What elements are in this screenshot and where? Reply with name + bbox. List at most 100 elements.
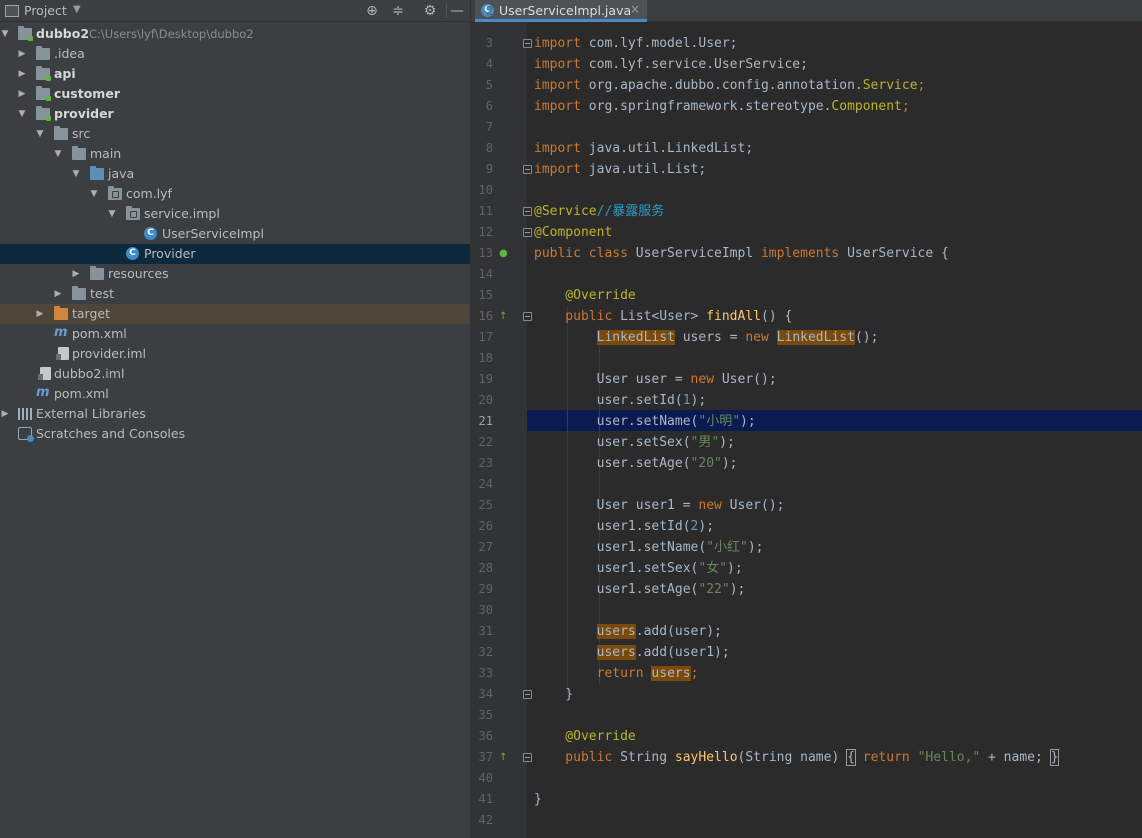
code-text: user.setAge( xyxy=(534,456,691,471)
code-text: user1.setName( xyxy=(534,540,707,555)
code-text: String xyxy=(612,750,675,765)
collapse-arrow-icon[interactable]: ▶ xyxy=(35,304,45,324)
punct: ; xyxy=(901,99,910,114)
code-line-19[interactable]: User user = new User(); xyxy=(534,369,777,390)
tree-item-api[interactable]: ▶ api xyxy=(0,64,470,84)
collapse-all-icon[interactable]: ≑ xyxy=(389,2,407,20)
code-line-9[interactable]: import java.util.List; xyxy=(534,159,706,180)
gear-icon[interactable]: ⚙ xyxy=(421,2,439,20)
code-line-12[interactable]: @Component xyxy=(534,222,612,243)
fold-icon[interactable] xyxy=(523,165,532,174)
tree-item-dubbo2-iml[interactable]: dubbo2.iml xyxy=(0,364,470,384)
implements-method-icon[interactable]: ↑ xyxy=(499,752,511,764)
code-line-21[interactable]: user.setName("小明"); xyxy=(534,411,756,432)
keyword: import xyxy=(534,36,581,51)
expand-arrow-icon[interactable]: ▼ xyxy=(71,164,81,184)
module-folder-icon xyxy=(36,106,51,121)
chevron-down-icon[interactable]: ▼ xyxy=(73,4,81,15)
fold-icon[interactable] xyxy=(523,753,532,762)
code-line-16[interactable]: public List<User> findAll() { xyxy=(534,306,792,327)
code-line-15[interactable]: @Override xyxy=(534,285,635,306)
line-number: 41 xyxy=(478,792,493,806)
collapse-arrow-icon[interactable]: ▶ xyxy=(17,84,27,104)
tree-item-service-impl[interactable]: ▼ service.impl xyxy=(0,204,470,224)
code-line-20[interactable]: user.setId(1); xyxy=(534,390,707,411)
collapse-arrow-icon[interactable]: ▶ xyxy=(0,404,10,424)
tree-item-com-lyf[interactable]: ▼ com.lyf xyxy=(0,184,470,204)
collapse-arrow-icon[interactable]: ▶ xyxy=(53,284,63,304)
code-line-4[interactable]: import com.lyf.service.UserService; xyxy=(534,54,808,75)
tree-item-provider[interactable]: ▼ provider xyxy=(0,104,470,124)
code-line-8[interactable]: import java.util.LinkedList; xyxy=(534,138,753,159)
code-line-37[interactable]: public String sayHello(String name) { re… xyxy=(534,747,1060,768)
line-number: 7 xyxy=(485,120,493,134)
code-line-29[interactable]: user1.setAge("22"); xyxy=(534,579,746,600)
tree-item-scratches[interactable]: Scratches and Consoles xyxy=(0,424,470,444)
tree-item-label: .idea xyxy=(54,46,85,61)
collapse-arrow-icon[interactable]: ▶ xyxy=(71,264,81,284)
folder-icon xyxy=(36,46,50,60)
fold-icon[interactable] xyxy=(523,690,532,699)
tree-item-src[interactable]: ▼ src xyxy=(0,124,470,144)
code-line-5[interactable]: import org.apache.dubbo.config.annotatio… xyxy=(534,75,925,96)
implements-method-icon[interactable]: ↑ xyxy=(499,311,511,323)
tree-item-dubbo2[interactable]: ▼ dubbo2 C:\Users\lyf\Desktop\dubbo2 xyxy=(0,24,470,44)
fold-icon[interactable] xyxy=(523,207,532,216)
tree-item-pom-root[interactable]: m pom.xml xyxy=(0,384,470,404)
tree-item-pom-provider[interactable]: m pom.xml xyxy=(0,324,470,344)
code-line-36[interactable]: @Override xyxy=(534,726,635,747)
collapse-arrow-icon[interactable]: ▶ xyxy=(17,44,27,64)
collapse-arrow-icon[interactable]: ▶ xyxy=(17,64,27,84)
tree-item-provider-class[interactable]: C Provider xyxy=(0,244,470,264)
tree-item-external-libraries[interactable]: ▶ External Libraries xyxy=(0,404,470,424)
project-panel-title[interactable]: Project xyxy=(24,3,67,18)
spring-bean-icon[interactable]: ● xyxy=(499,248,511,260)
code-line-41[interactable]: } xyxy=(534,789,542,810)
code-line-13[interactable]: public class UserServiceImpl implements … xyxy=(534,243,949,264)
tree-item-userserviceimpl[interactable]: C UserServiceImpl xyxy=(0,224,470,244)
tree-item-main[interactable]: ▼ main xyxy=(0,144,470,164)
expand-arrow-icon[interactable]: ▼ xyxy=(89,184,99,204)
code-line-6[interactable]: import org.springframework.stereotype.Co… xyxy=(534,96,910,117)
code-line-34[interactable]: } xyxy=(534,684,573,705)
tab-userserviceimpl[interactable]: C UserServiceImpl.java × xyxy=(475,0,647,22)
code-line-3[interactable]: import com.lyf.model.User; xyxy=(534,33,738,54)
code-line-11[interactable]: @Service//暴露服务 xyxy=(534,201,664,222)
tree-item-customer[interactable]: ▶ customer xyxy=(0,84,470,104)
fold-icon[interactable] xyxy=(523,39,532,48)
code-line-32[interactable]: users.add(user1); xyxy=(534,642,730,663)
tree-item-test[interactable]: ▶ test xyxy=(0,284,470,304)
tree-item-idea[interactable]: ▶ .idea xyxy=(0,44,470,64)
fold-icon[interactable] xyxy=(523,228,532,237)
code-text: user1.setSex( xyxy=(534,561,699,576)
code-line-28[interactable]: user1.setSex("女"); xyxy=(534,558,743,579)
code-line-23[interactable]: user.setAge("20"); xyxy=(534,453,738,474)
tree-item-resources[interactable]: ▶ resources xyxy=(0,264,470,284)
expand-arrow-icon[interactable]: ▼ xyxy=(0,24,10,44)
code-line-22[interactable]: user.setSex("男"); xyxy=(534,432,735,453)
tree-item-provider-iml[interactable]: provider.iml xyxy=(0,344,470,364)
code-line-27[interactable]: user1.setName("小红"); xyxy=(534,537,764,558)
tree-item-java[interactable]: ▼ java xyxy=(0,164,470,184)
keyword: new xyxy=(745,330,769,345)
code-editor[interactable]: C UserServiceImpl.java × 2 3 4 5 6 7 8 9… xyxy=(470,0,1142,838)
expand-arrow-icon[interactable]: ▼ xyxy=(35,124,45,144)
locate-icon[interactable]: ⊕ xyxy=(363,2,381,20)
code-line-33[interactable]: return users; xyxy=(534,663,698,684)
tree-item-target[interactable]: ▶ target xyxy=(0,304,470,324)
close-icon[interactable]: × xyxy=(630,2,640,16)
line-number: 35 xyxy=(478,708,493,722)
line-number: 16 xyxy=(478,309,493,323)
code-line-17[interactable]: LinkedList users = new LinkedList(); xyxy=(534,327,878,348)
expand-arrow-icon[interactable]: ▼ xyxy=(17,104,27,124)
expand-arrow-icon[interactable]: ▼ xyxy=(53,144,63,164)
fold-icon[interactable] xyxy=(523,312,532,321)
line-number: 28 xyxy=(478,561,493,575)
code-line-31[interactable]: users.add(user); xyxy=(534,621,722,642)
project-view-icon xyxy=(5,5,19,17)
code-line-25[interactable]: User user1 = new User(); xyxy=(534,495,785,516)
line-number: 37 xyxy=(478,750,493,764)
minimize-icon[interactable]: — xyxy=(448,2,466,20)
expand-arrow-icon[interactable]: ▼ xyxy=(107,204,117,224)
code-line-26[interactable]: user1.setId(2); xyxy=(534,516,714,537)
